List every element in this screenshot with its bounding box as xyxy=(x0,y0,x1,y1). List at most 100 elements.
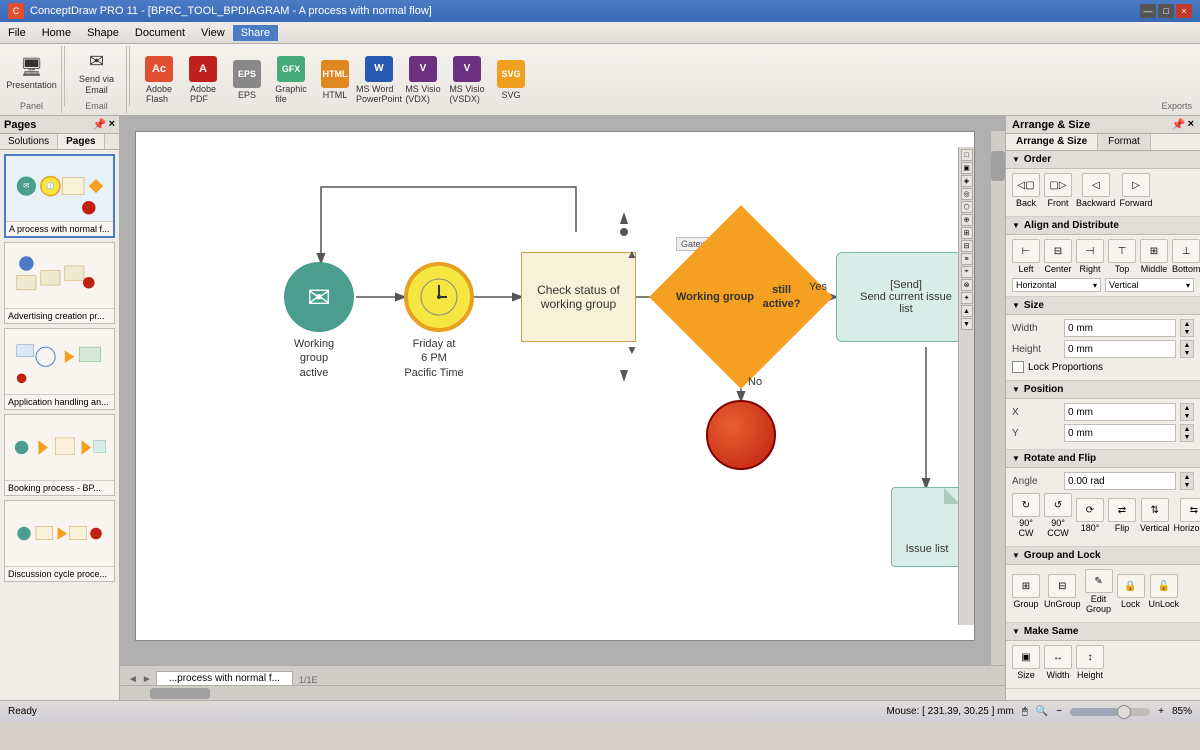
vtool-4[interactable]: ◎ xyxy=(961,188,973,200)
align-section-header[interactable]: Align and Distribute xyxy=(1006,217,1200,235)
page-thumb-3[interactable]: Application handling an... xyxy=(4,328,115,410)
zoom-out-button[interactable]: − xyxy=(1056,706,1062,717)
adobe-pdf-button[interactable]: A AdobePDF xyxy=(182,56,224,104)
angle-up[interactable]: ▲ xyxy=(1181,473,1193,481)
position-section-header[interactable]: Position xyxy=(1006,381,1200,399)
minimize-button[interactable]: — xyxy=(1140,4,1156,18)
send-task[interactable]: [Send]Send current issuelist xyxy=(836,252,975,342)
zoom-in-button[interactable]: + xyxy=(1158,706,1164,717)
x-down[interactable]: ▼ xyxy=(1181,412,1193,420)
vtool-5[interactable]: ⬡ xyxy=(961,201,973,213)
height-up[interactable]: ▲ xyxy=(1181,341,1193,349)
vtool-6[interactable]: ⊕ xyxy=(961,214,973,226)
vtool-13[interactable]: ▲ xyxy=(961,305,973,317)
diagram-canvas[interactable]: ✉ Working group active xyxy=(135,131,975,641)
make-same-height-button[interactable]: ↕ xyxy=(1076,645,1104,669)
terminate-event[interactable] xyxy=(706,400,776,470)
menu-shape[interactable]: Shape xyxy=(79,25,127,41)
canvas-tab-1[interactable]: ...process with normal f... xyxy=(156,671,293,685)
vtool-14[interactable]: ▼ xyxy=(961,318,973,330)
angle-down[interactable]: ▼ xyxy=(1181,481,1193,489)
vtool-9[interactable]: ≡ xyxy=(961,253,973,265)
vtool-12[interactable]: ✦ xyxy=(961,292,973,304)
ungroup-button[interactable]: ⊟ xyxy=(1048,574,1076,598)
tab-nav-left[interactable]: ◄ xyxy=(128,674,138,685)
width-down[interactable]: ▼ xyxy=(1181,328,1193,336)
align-center-button[interactable]: ⊟ xyxy=(1044,239,1072,263)
edit-group-button[interactable]: ✎ xyxy=(1085,569,1113,593)
height-input[interactable] xyxy=(1064,340,1176,358)
maximize-button[interactable]: □ xyxy=(1158,4,1174,18)
unlock-button[interactable]: 🔓 xyxy=(1150,574,1178,598)
forward-button[interactable]: ▷ xyxy=(1122,173,1150,197)
lock-proportions-checkbox[interactable] xyxy=(1012,361,1024,373)
arrange-size-tab[interactable]: Arrange & Size xyxy=(1006,134,1098,150)
adobe-flash-button[interactable]: Ac AdobeFlash xyxy=(138,56,180,104)
vtool-2[interactable]: ▣ xyxy=(961,162,973,174)
width-spinner[interactable]: ▲ ▼ xyxy=(1180,319,1194,337)
x-input[interactable] xyxy=(1064,403,1176,421)
lock-button[interactable]: 🔒 xyxy=(1117,574,1145,598)
vtool-11[interactable]: ⊗ xyxy=(961,279,973,291)
menu-view[interactable]: View xyxy=(193,25,233,41)
angle-spinner[interactable]: ▲ ▼ xyxy=(1180,472,1194,490)
make-same-width-button[interactable]: ↔ xyxy=(1044,645,1072,669)
page-thumb-1[interactable]: ✉ 🕕 A process with normal f... xyxy=(4,154,115,238)
check-status-task[interactable]: Check status ofworking group xyxy=(521,252,636,342)
graphic-file-button[interactable]: GFX Graphicfile xyxy=(270,56,312,104)
size-section-header[interactable]: Size xyxy=(1006,297,1200,315)
x-spinner[interactable]: ▲ ▼ xyxy=(1180,403,1194,421)
x-up[interactable]: ▲ xyxy=(1181,404,1193,412)
align-right-button[interactable]: ⊣ xyxy=(1076,239,1104,263)
ms-visio-vsdx-button[interactable]: V MS Visio(VSDX) xyxy=(446,56,488,104)
panel-close-icon[interactable]: × xyxy=(109,118,115,131)
group-button[interactable]: ⊞ xyxy=(1012,574,1040,598)
diamond-gateway[interactable]: Working group still active? xyxy=(676,232,806,362)
back-button[interactable]: ◁▢ xyxy=(1012,173,1040,197)
align-middle-button[interactable]: ⊞ xyxy=(1140,239,1168,263)
menu-share[interactable]: Share xyxy=(233,25,278,41)
start-event-envelope[interactable]: ✉ xyxy=(284,262,354,332)
horizontal-scrollbar[interactable] xyxy=(120,685,1005,700)
svg-button[interactable]: SVG SVG xyxy=(490,56,532,104)
close-button[interactable]: × xyxy=(1176,4,1192,18)
format-tab[interactable]: Format xyxy=(1098,134,1151,150)
eps-button[interactable]: EPS EPS xyxy=(226,56,268,104)
rotate-90ccw-button[interactable]: ↺ xyxy=(1044,493,1072,517)
tab-nav-right[interactable]: ► xyxy=(142,674,152,685)
order-section-header[interactable]: Order xyxy=(1006,151,1200,169)
scroll-thumb-h[interactable] xyxy=(150,688,210,699)
flip-vertical-button[interactable]: ⇅ xyxy=(1141,498,1169,522)
right-panel-pin-icon[interactable]: 📌 xyxy=(1172,118,1186,131)
menu-file[interactable]: File xyxy=(0,25,34,41)
presentation-button[interactable]: 🖥 Presentation xyxy=(11,50,53,98)
vertical-scrollbar[interactable] xyxy=(990,131,1005,665)
y-spinner[interactable]: ▲ ▼ xyxy=(1180,424,1194,442)
rotate-180-button[interactable]: ⟳ xyxy=(1076,498,1104,522)
right-panel-close-icon[interactable]: × xyxy=(1188,118,1194,131)
align-bottom-button[interactable]: ⊥ xyxy=(1172,239,1200,263)
flip-button[interactable]: ⇄ xyxy=(1108,498,1136,522)
ms-word-button[interactable]: W MS WordPowerPoint xyxy=(358,56,400,104)
ms-visio-vdx-button[interactable]: V MS Visio(VDX) xyxy=(402,56,444,104)
vtool-8[interactable]: ⊟ xyxy=(961,240,973,252)
vertical-dropdown[interactable]: Vertical ▾ xyxy=(1105,278,1194,292)
y-down[interactable]: ▼ xyxy=(1181,433,1193,441)
horizontal-dropdown[interactable]: Horizontal ▾ xyxy=(1012,278,1101,292)
y-input[interactable] xyxy=(1064,424,1176,442)
menu-document[interactable]: Document xyxy=(127,25,193,41)
width-up[interactable]: ▲ xyxy=(1181,320,1193,328)
html-button[interactable]: HTML HTML xyxy=(314,56,356,104)
zoom-thumb[interactable] xyxy=(1117,705,1131,719)
zoom-slider[interactable] xyxy=(1070,708,1150,716)
flip-horizontal-button[interactable]: ⇆ xyxy=(1180,498,1200,522)
page-thumb-4[interactable]: Booking process - BP... xyxy=(4,414,115,496)
pages-tab[interactable]: Pages xyxy=(58,134,104,149)
height-spinner[interactable]: ▲ ▼ xyxy=(1180,340,1194,358)
front-button[interactable]: ▢▷ xyxy=(1044,173,1072,197)
intermediate-event-clock[interactable] xyxy=(404,262,474,332)
make-same-size-button[interactable]: ▣ xyxy=(1012,645,1040,669)
page-thumb-5[interactable]: Discussion cycle proce... xyxy=(4,500,115,582)
page-thumb-2[interactable]: Advertising creation pr... xyxy=(4,242,115,324)
rotate-90cw-button[interactable]: ↻ xyxy=(1012,493,1040,517)
